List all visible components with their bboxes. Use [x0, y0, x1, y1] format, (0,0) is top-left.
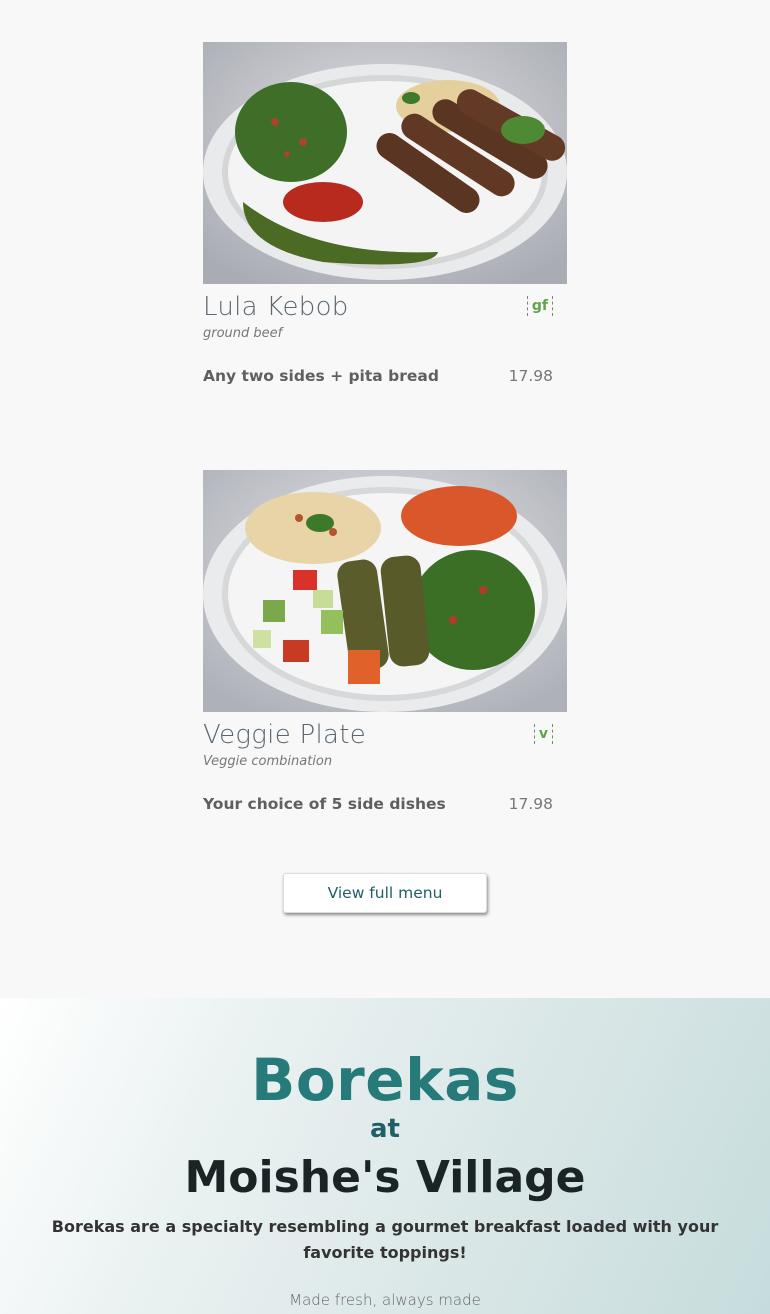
menu-item-veggie-plate: Veggie Plate v Veggie combination Your c… [203, 470, 567, 816]
borekas-more-text: Made fresh, always made [289, 1291, 481, 1309]
item-description: Your choice of 5 side dishes [203, 795, 446, 813]
lula-kebob-photo [203, 42, 567, 284]
item-price: 17.98 [508, 795, 553, 813]
view-full-menu-button[interactable]: View full menu [283, 873, 487, 913]
vegetarian-badge: v [533, 724, 553, 744]
menu-item-lula-kebob: Lula Kebob gf ground beef Any two sides … [203, 42, 567, 388]
item-title: Veggie Plate [203, 720, 367, 750]
borekas-heading: Borekas [251, 1046, 519, 1114]
borekas-connector: at [370, 1114, 400, 1144]
veggie-plate-photo [203, 470, 567, 712]
item-description: Any two sides + pita bread [203, 367, 439, 385]
item-subtitle: ground beef [203, 326, 283, 341]
borekas-description: Borekas are a specialty resembling a gou… [51, 1217, 719, 1262]
borekas-section: Borekas at Moishe's Village Borekas are … [0, 998, 770, 1314]
borekas-place-name: Moishe's Village [184, 1152, 586, 1203]
gluten-free-badge: gf [526, 296, 553, 316]
item-title: Lula Kebob [203, 292, 349, 322]
item-subtitle: Veggie combination [203, 754, 333, 769]
item-price: 17.98 [508, 367, 553, 385]
featured-menu-section: Lula Kebob gf ground beef Any two sides … [0, 0, 770, 998]
